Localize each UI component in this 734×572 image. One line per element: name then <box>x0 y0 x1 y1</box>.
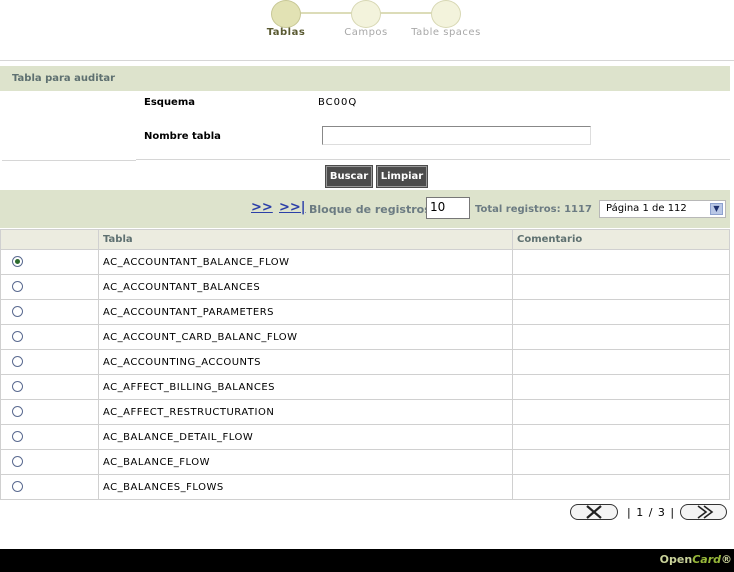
table-header-row: Tabla Comentario <box>0 229 730 250</box>
row-radio[interactable] <box>12 281 23 293</box>
wizard-page-count: | 1 / 3 | <box>627 506 676 519</box>
schema-value: BC00Q <box>318 97 358 108</box>
row-radio[interactable] <box>12 481 23 493</box>
row-select-cell <box>0 449 99 475</box>
row-radio[interactable] <box>12 406 23 418</box>
row-radio[interactable] <box>12 431 23 443</box>
comment-cell <box>512 399 730 425</box>
table-name-cell: AC_ACCOUNTANT_PARAMETERS <box>98 299 513 325</box>
wizard-connector <box>379 12 433 14</box>
page-select[interactable]: Página 1 de 112 ▼ <box>599 200 726 218</box>
comment-cell <box>512 474 730 500</box>
table-row[interactable]: AC_BALANCES_FLOWS <box>0 474 730 500</box>
row-select-cell <box>0 374 99 400</box>
row-radio[interactable] <box>12 256 23 268</box>
table-row[interactable]: AC_AFFECT_RESTRUCTURATION <box>0 399 730 425</box>
page-select-value: Página 1 de 112 <box>606 203 687 214</box>
table-name-cell: AC_ACCOUNTING_ACCOUNTS <box>98 349 513 375</box>
row-select-cell <box>0 399 99 425</box>
table-name-cell: AC_BALANCE_FLOW <box>98 449 513 475</box>
brand-logo: OpenCard® <box>659 553 732 566</box>
table-name-cell: AC_AFFECT_BILLING_BALANCES <box>98 374 513 400</box>
table-row[interactable]: AC_ACCOUNTING_ACCOUNTS <box>0 349 730 375</box>
table-row[interactable]: AC_ACCOUNTANT_BALANCES <box>0 274 730 300</box>
cancel-button[interactable] <box>570 504 618 520</box>
block-size-label: Bloque de registros: <box>309 203 436 216</box>
table-name-cell: AC_ACCOUNTANT_BALANCES <box>98 274 513 300</box>
wizard-step-tablas-icon[interactable] <box>271 0 301 28</box>
table-row[interactable]: AC_BALANCE_DETAIL_FLOW <box>0 424 730 450</box>
table-name-cell: AC_AFFECT_RESTRUCTURATION <box>98 399 513 425</box>
clear-button[interactable]: Limpiar <box>376 165 428 188</box>
total-records-label: Total registros: 1117 <box>475 204 592 215</box>
row-select-cell <box>0 274 99 300</box>
form-divider-right <box>136 159 730 160</box>
table-row[interactable]: AC_ACCOUNTANT_BALANCE_FLOW <box>0 249 730 275</box>
footer: OpenCard® <box>0 549 734 572</box>
row-radio[interactable] <box>12 306 23 318</box>
block-size-input[interactable]: 10 <box>426 197 470 219</box>
wizard-step-label-tablespaces: Table spaces <box>411 27 481 38</box>
section-header: Tabla para auditar <box>0 66 730 91</box>
schema-label: Esquema <box>144 97 196 108</box>
table-row[interactable]: AC_AFFECT_BILLING_BALANCES <box>0 374 730 400</box>
table-name-cell: AC_ACCOUNTANT_BALANCE_FLOW <box>98 249 513 275</box>
row-select-cell <box>0 299 99 325</box>
column-header-comentario: Comentario <box>512 229 730 250</box>
comment-cell <box>512 449 730 475</box>
row-radio[interactable] <box>12 331 23 343</box>
table-row[interactable]: AC_BALANCE_FLOW <box>0 449 730 475</box>
row-select-cell <box>0 324 99 350</box>
last-block-link[interactable]: >>| <box>279 200 306 215</box>
table-row[interactable]: AC_ACCOUNTANT_PARAMETERS <box>0 299 730 325</box>
wizard-step-campos-icon[interactable] <box>351 0 381 28</box>
chevron-down-icon[interactable]: ▼ <box>710 203 723 215</box>
chevron-right-icon <box>697 505 713 519</box>
row-select-cell <box>0 349 99 375</box>
row-select-cell <box>0 474 99 500</box>
next-block-link[interactable]: >> <box>251 200 273 215</box>
table-name-cell: AC_BALANCES_FLOWS <box>98 474 513 500</box>
form-divider-left <box>2 160 136 161</box>
header-divider <box>0 60 734 61</box>
row-select-cell <box>0 424 99 450</box>
table-name-cell: AC_ACCOUNT_CARD_BALANC_FLOW <box>98 324 513 350</box>
wizard-connector <box>299 12 353 14</box>
row-radio[interactable] <box>12 456 23 468</box>
comment-cell <box>512 249 730 275</box>
select-column-header <box>0 229 99 250</box>
close-icon <box>586 505 602 519</box>
comment-cell <box>512 424 730 450</box>
comment-cell <box>512 374 730 400</box>
row-radio[interactable] <box>12 356 23 368</box>
row-radio[interactable] <box>12 381 23 393</box>
wizard-step-tablespaces-icon[interactable] <box>431 0 461 28</box>
table-row[interactable]: AC_ACCOUNT_CARD_BALANC_FLOW <box>0 324 730 350</box>
column-header-tabla: Tabla <box>98 229 513 250</box>
search-button[interactable]: Buscar <box>325 165 373 188</box>
row-select-cell <box>0 249 99 275</box>
next-button[interactable] <box>680 504 727 520</box>
table-name-input[interactable] <box>322 126 591 145</box>
table-name-label: Nombre tabla <box>144 131 221 142</box>
comment-cell <box>512 274 730 300</box>
comment-cell <box>512 349 730 375</box>
comment-cell <box>512 299 730 325</box>
section-title: Tabla para auditar <box>12 73 116 84</box>
results-table: Tabla Comentario AC_ACCOUNTANT_BALANCE_F… <box>0 229 730 500</box>
comment-cell <box>512 324 730 350</box>
table-name-cell: AC_BALANCE_DETAIL_FLOW <box>98 424 513 450</box>
